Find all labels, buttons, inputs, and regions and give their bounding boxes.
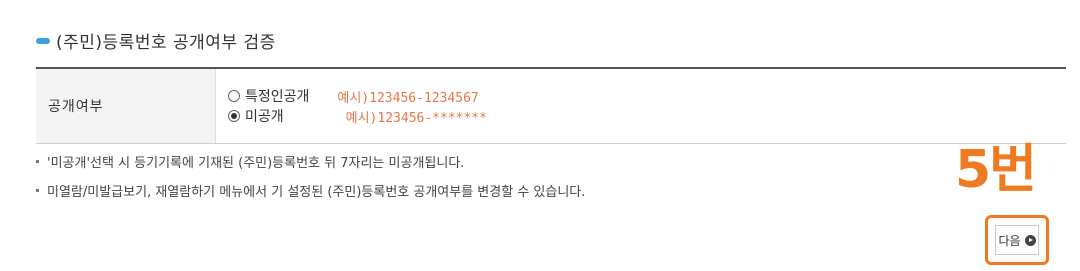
option-label[interactable]: 특정인공개 [245,86,309,106]
next-button-label[interactable]: 다음 [998,232,1020,249]
bullet-icon [36,189,39,192]
next-button[interactable]: 다음 [995,225,1039,255]
step-annotation: 5번 [955,140,1037,200]
note-text: 미열람/미발급보기, 재열람하기 메뉴에서 기 설정된 (주민)등록번호 공개여… [47,185,586,200]
bullet-icon [36,160,39,163]
option-example: 예시)123456-1234567 [337,90,479,106]
disclosure-form-table: 공개여부 특정인공개 예시)123456-1234567 미공개 예시)1234… [36,67,1066,144]
option-example: 예시)123456-******* [345,110,487,126]
section-title: (주민)등록번호 공개여부 검증 [36,28,276,53]
note-item: '미공개'선택 시 등기기록에 기재된 (주민)등록번호 뒤 7자리는 미공개됩… [36,152,464,171]
option-label[interactable]: 미공개 [245,106,284,126]
option-specific-disclosure[interactable]: 특정인공개 예시)123456-1234567 [228,86,1066,106]
section-title-text: (주민)등록번호 공개여부 검증 [56,33,276,53]
disclosure-options-cell: 특정인공개 예시)123456-1234567 미공개 예시)123456-**… [216,69,1066,143]
option-non-disclosure[interactable]: 미공개 예시)123456-******* [228,106,1066,126]
radio-specific-disclosure[interactable] [228,90,240,102]
title-bullet-icon [36,37,50,44]
note-text: '미공개'선택 시 등기기록에 기재된 (주민)등록번호 뒤 7자리는 미공개됩… [47,156,465,171]
radio-non-disclosure[interactable] [228,110,240,122]
disclosure-label: 공개여부 [48,99,104,115]
note-item: 미열람/미발급보기, 재열람하기 메뉴에서 기 설정된 (주민)등록번호 공개여… [36,181,585,200]
circle-arrow-right-icon[interactable] [1024,234,1036,246]
disclosure-label-cell: 공개여부 [36,69,216,143]
